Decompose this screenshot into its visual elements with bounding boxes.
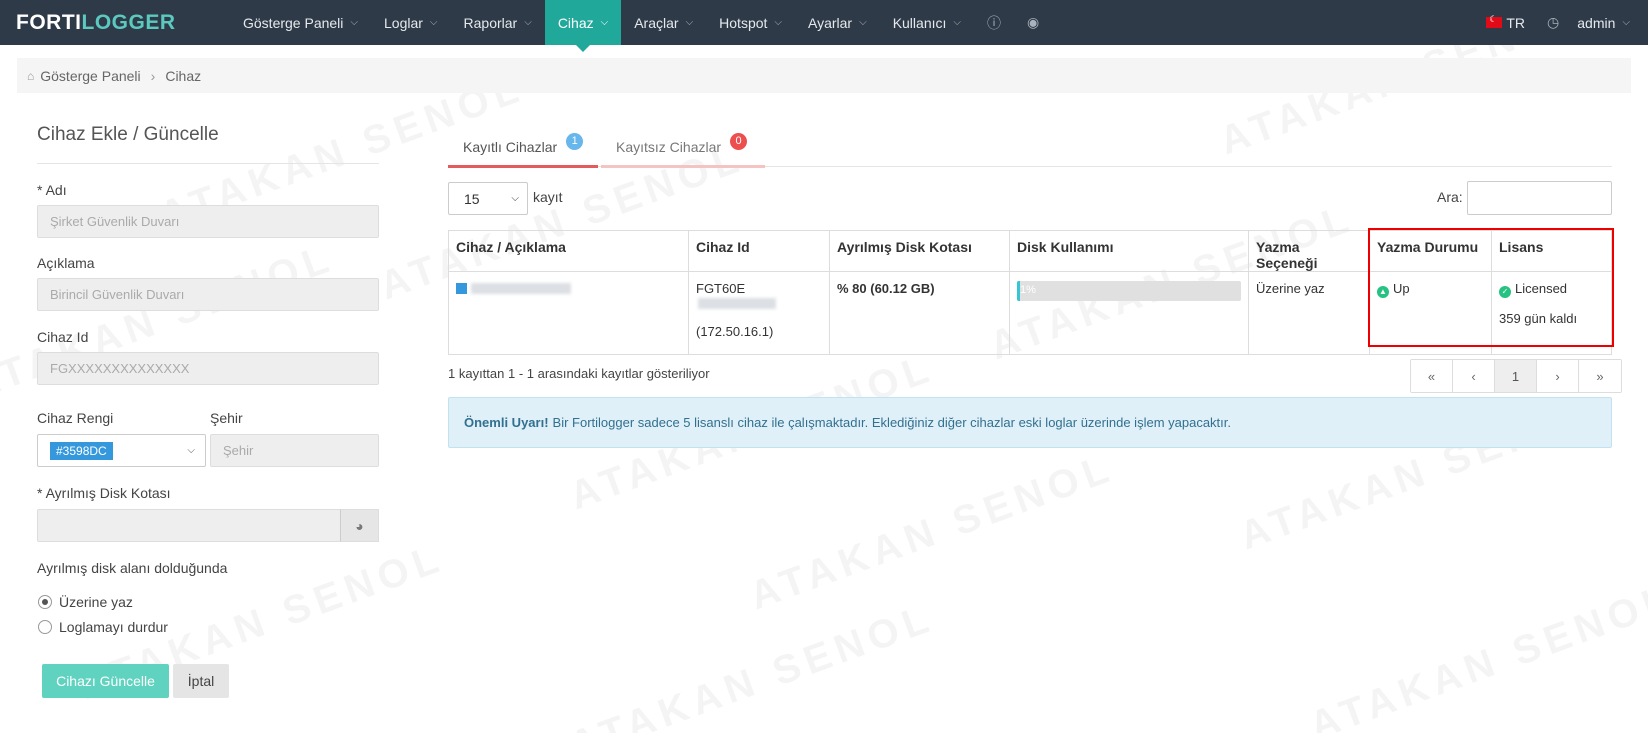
page-first[interactable]: « (1411, 360, 1453, 392)
disk-usage-progress: 1% (1017, 281, 1241, 301)
chevron-down-icon: ⌵ (859, 17, 867, 28)
cell-device-id: FGT60E (172.50.16.1) (688, 271, 830, 355)
pagination: « ‹ 1 › » (1410, 359, 1622, 393)
chevron-down-icon: ⌵ (187, 445, 195, 456)
breadcrumb-home[interactable]: Gösterge Paneli (40, 68, 140, 84)
watermark: ATAKAN SENOL (744, 446, 1120, 620)
count-badge: 0 (730, 133, 748, 150)
chevron-right-icon: › (150, 67, 156, 84)
turkey-flag-icon (1486, 14, 1503, 28)
description-label: Açıklama (37, 255, 95, 271)
device-color-swatch (456, 283, 467, 294)
device-id-label: Cihaz Id (37, 329, 89, 345)
device-color-select[interactable]: #3598DC ⌵ (37, 434, 206, 467)
chevron-down-icon: ⌵ (953, 17, 961, 28)
device-id-input[interactable]: FGXXXXXXXXXXXXXX (37, 352, 379, 385)
alert-title: Önemli Uyarı! (464, 415, 549, 430)
name-label: * Adı (37, 182, 67, 198)
page-next[interactable]: › (1537, 360, 1579, 392)
search-label: Ara: (1437, 189, 1463, 205)
search-input[interactable] (1467, 181, 1612, 215)
page-last[interactable]: » (1579, 360, 1621, 392)
watermark: ATAKAN SENOL (564, 596, 940, 733)
breadcrumb: ⌂ Gösterge Paneli › Cihaz (17, 58, 1631, 93)
language-selector[interactable]: TR (1486, 14, 1525, 31)
clock-icon[interactable]: ◷ (1547, 14, 1559, 31)
chevron-down-icon: ⌵ (429, 17, 438, 28)
nav-dashboard[interactable]: Gösterge Paneli ⌵ (230, 0, 371, 45)
name-input[interactable]: Şirket Güvenlik Duvarı (37, 205, 379, 238)
disk-full-label: Ayrılmış disk alanı dolduğunda (37, 560, 228, 576)
city-input[interactable]: Şehir (210, 434, 379, 467)
nav-reports[interactable]: Raporlar ⌵ (451, 0, 545, 45)
cell-write-option: Üzerine yaz (1248, 271, 1370, 355)
watermark: ATAKAN SENOL (1304, 576, 1648, 733)
top-navbar: FORTILOGGER Gösterge Paneli ⌵ Loglar ⌵ Rap… (0, 0, 1648, 52)
chevron-down-icon: ⌵ (524, 17, 532, 28)
chevron-down-icon: ⌵ (685, 17, 694, 28)
nav-logs[interactable]: Loglar ⌵ (371, 0, 451, 45)
radio-stop-logging[interactable]: Loglamayı durdur (38, 619, 168, 635)
divider (37, 163, 379, 164)
cell-device (448, 271, 689, 355)
nav-tools[interactable]: Araçlar ⌵ (621, 0, 706, 45)
color-chip: #3598DC (50, 441, 113, 460)
page-1[interactable]: 1 (1495, 360, 1537, 392)
tab-registered-devices[interactable]: Kayıtlı Cihazlar 1 (448, 128, 598, 168)
chevron-down-icon: ⌵ (511, 193, 519, 204)
col-disk-usage[interactable]: Disk Kullanımı (1009, 230, 1249, 272)
main-menu: Gösterge Paneli ⌵ Loglar ⌵ Raporlar ⌵ Cihaz… (230, 0, 1052, 52)
device-color-label: Cihaz Rengi (37, 410, 114, 426)
info-icon[interactable]: ⓘ (974, 0, 1014, 45)
chevron-down-icon: ⌵ (774, 17, 782, 28)
update-device-button[interactable]: Cihazı Güncelle (42, 664, 169, 698)
redacted-serial (698, 298, 776, 309)
nav-user[interactable]: Kullanıcı ⌵ (880, 0, 974, 45)
radio-checked (38, 595, 52, 609)
nav-hotspot[interactable]: Hotspot ⌵ (706, 0, 795, 45)
city-label: Şehir (210, 410, 243, 426)
disk-quota-label: * Ayrılmış Disk Kotası (37, 485, 171, 501)
col-device-id[interactable]: Cihaz Id (688, 230, 830, 272)
chevron-down-icon: ⌵ (350, 17, 358, 28)
breadcrumb-current: Cihaz (165, 67, 202, 84)
cell-disk-usage: 1% (1009, 271, 1249, 355)
page-length-select[interactable]: 15 ⌵ (448, 182, 528, 215)
home-icon: ⌂ (27, 68, 35, 83)
navbar-right: TR ◷ admin⌵ (1486, 0, 1630, 45)
device-ip: (172.50.16.1) (696, 324, 774, 339)
col-write-option[interactable]: Yazma Seçeneği (1248, 230, 1370, 272)
alert-text: Bir Fortilogger sadece 5 lisanslı cihaz … (552, 415, 1232, 430)
page-prev[interactable]: ‹ (1453, 360, 1495, 392)
brand-logo[interactable]: FORTILOGGER (0, 11, 230, 35)
pie-chart-icon[interactable]: ◕ (340, 509, 379, 542)
nav-device[interactable]: Cihaz ⌵ (544, 0, 622, 52)
cell-disk-quota: % 80 (60.12 GB) (829, 271, 1010, 355)
eye-icon[interactable]: ◉ (1014, 0, 1052, 45)
col-device[interactable]: Cihaz / Açıklama (448, 230, 689, 272)
redacted-device-name (471, 283, 571, 294)
nav-settings[interactable]: Ayarlar ⌵ (795, 0, 880, 45)
chevron-down-icon: ⌵ (600, 17, 609, 28)
tab-unregistered-devices[interactable]: Kayıtsız Cihazlar 0 (601, 128, 765, 168)
table-info: 1 kayıttan 1 - 1 arasındaki kayıtlar gös… (448, 366, 710, 381)
radio-unchecked (38, 620, 52, 634)
form-title: Cihaz Ekle / Güncelle (37, 124, 219, 145)
radio-overwrite[interactable]: Üzerine yaz (38, 594, 133, 610)
count-badge: 1 (566, 133, 584, 150)
chevron-down-icon: ⌵ (1622, 17, 1630, 28)
cancel-button[interactable]: İptal (173, 664, 229, 698)
description-input[interactable]: Birincil Güvenlik Duvarı (37, 278, 379, 311)
disk-quota-input[interactable] (37, 509, 341, 542)
user-menu[interactable]: admin ⌵ (1577, 15, 1630, 31)
page-length-label: kayıt (533, 189, 563, 205)
highlight-box (1368, 228, 1614, 347)
license-warning-alert: Önemli Uyarı! Bir Fortilogger sadece 5 l… (448, 397, 1612, 448)
col-disk-quota[interactable]: Ayrılmış Disk Kotası (829, 230, 1010, 272)
